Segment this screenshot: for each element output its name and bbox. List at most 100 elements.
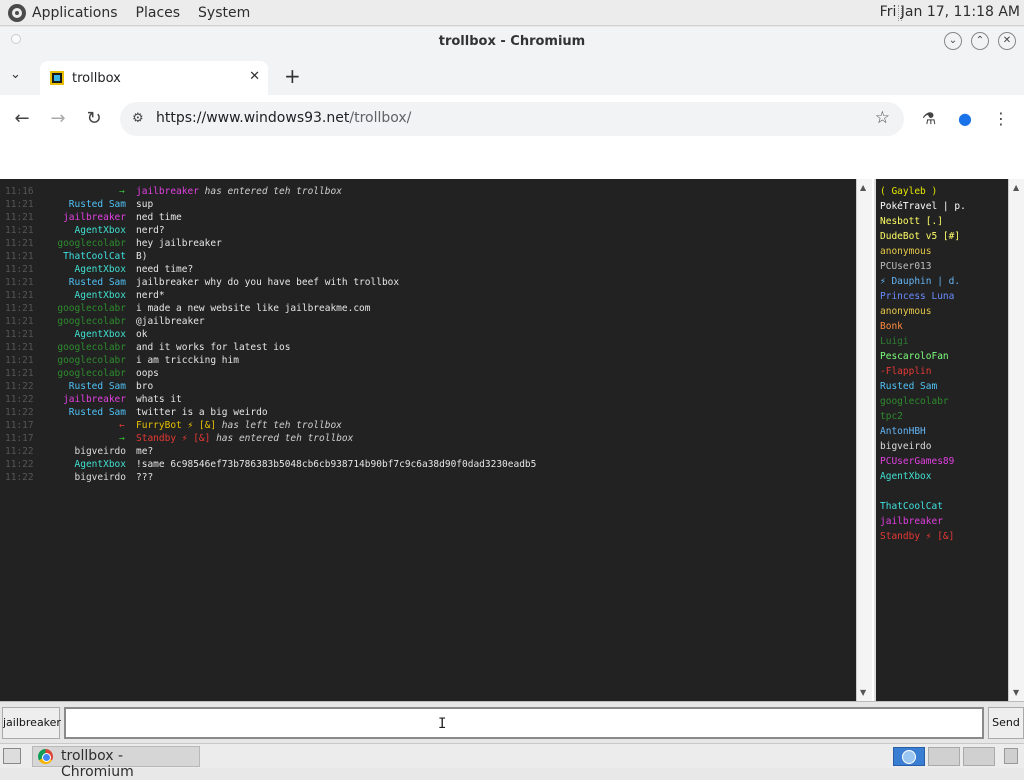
window-titlebar[interactable]: trollbox - Chromium ⌄ ⌃ ✕ bbox=[0, 27, 1024, 57]
user-list-item[interactable]: PCUserGames89 bbox=[880, 454, 954, 469]
user-list-item[interactable]: DudeBot v5 [#] bbox=[880, 229, 960, 244]
scroll-down-icon[interactable]: ▼ bbox=[860, 688, 866, 697]
clock[interactable]: Fri Jan 17, 11:18 AM bbox=[880, 4, 1020, 20]
site-info-icon[interactable]: ⚙ bbox=[132, 111, 148, 127]
tab-strip: ⌄ trollbox ✕ + bbox=[0, 57, 1024, 95]
message-nick[interactable]: Rusted Sam bbox=[69, 198, 126, 211]
user-list-item[interactable]: ( Gayleb ) bbox=[880, 184, 937, 199]
forward-icon[interactable]: → bbox=[46, 107, 70, 131]
user-list-item[interactable]: Rusted Sam bbox=[880, 379, 937, 394]
message-input[interactable] bbox=[64, 707, 984, 739]
system-nick[interactable]: Standby ⚡ [&] bbox=[136, 433, 210, 444]
send-button[interactable]: Send bbox=[988, 707, 1024, 739]
text-cursor-icon: I bbox=[438, 716, 447, 732]
tab-trollbox[interactable]: trollbox ✕ bbox=[40, 61, 268, 95]
message-nick[interactable]: googlecolabr bbox=[57, 341, 126, 354]
show-desktop-icon[interactable] bbox=[3, 748, 21, 764]
user-list-item[interactable]: AntonHBH bbox=[880, 424, 926, 439]
places-menu[interactable]: Places bbox=[136, 5, 181, 21]
message-nick[interactable]: googlecolabr bbox=[57, 302, 126, 315]
chat-log[interactable]: 11:16 → jailbreaker has entered teh trollb… bbox=[0, 179, 856, 701]
new-tab-icon[interactable]: + bbox=[284, 64, 301, 88]
message-nick[interactable]: ThatCoolCat bbox=[63, 250, 126, 263]
message-nick[interactable]: jailbreaker bbox=[63, 393, 126, 406]
back-icon[interactable]: ← bbox=[10, 107, 34, 131]
distro-logo-icon[interactable] bbox=[8, 3, 26, 22]
user-list-item[interactable]: googlecolabr bbox=[880, 394, 949, 409]
message-nick[interactable]: googlecolabr bbox=[57, 237, 126, 250]
user-list-item[interactable]: bigveirdo bbox=[880, 439, 931, 454]
message-nick[interactable]: bigveirdo bbox=[75, 445, 126, 458]
scroll-up-icon[interactable]: ▲ bbox=[1013, 183, 1019, 192]
tab-search-chevron-icon[interactable]: ⌄ bbox=[10, 67, 21, 82]
nickname-button[interactable]: jailbreaker bbox=[2, 707, 61, 739]
system-menu[interactable]: System bbox=[198, 5, 250, 21]
message-nick[interactable]: AgentXbox bbox=[75, 263, 126, 276]
user-list-item[interactable]: Standby ⚡ [&] bbox=[880, 529, 954, 544]
user-list-scrollbar[interactable]: ▲ ▼ bbox=[1008, 179, 1024, 701]
message-text: ned time bbox=[136, 212, 182, 223]
message-nick[interactable]: googlecolabr bbox=[57, 354, 126, 367]
message-timestamp: 11:21 bbox=[5, 329, 34, 340]
address-bar[interactable]: ⚙ https://www.windows93.net/trollbox/ ☆ bbox=[120, 102, 904, 136]
reload-icon[interactable]: ↻ bbox=[82, 107, 106, 131]
trash-icon[interactable] bbox=[1004, 748, 1018, 764]
message-nick[interactable]: AgentXbox bbox=[75, 224, 126, 237]
user-list-item[interactable]: AgentXbox bbox=[880, 469, 931, 484]
chat-message: 11:21 googlecolabr i made a new website li… bbox=[0, 302, 856, 315]
user-list-item[interactable]: PCUser013 bbox=[880, 259, 931, 274]
message-text: nerd* bbox=[136, 290, 165, 301]
message-nick[interactable]: AgentXbox bbox=[75, 328, 126, 341]
taskbar-item-chromium[interactable]: trollbox - Chromium bbox=[32, 746, 200, 780]
message-nick[interactable]: jailbreaker bbox=[63, 211, 126, 224]
message-nick[interactable]: googlecolabr bbox=[57, 315, 126, 328]
leave-arrow-icon: ← bbox=[119, 420, 125, 431]
message-text: twitter is a big weirdo bbox=[136, 407, 268, 418]
user-list-item[interactable]: Princess Luna bbox=[880, 289, 954, 304]
profile-icon[interactable]: ● bbox=[954, 108, 976, 130]
more-menu-icon[interactable]: ⋮ bbox=[990, 108, 1012, 130]
message-nick[interactable]: Rusted Sam bbox=[69, 406, 126, 419]
message-text: me? bbox=[136, 446, 154, 457]
workspace-2[interactable] bbox=[928, 747, 960, 766]
input-row: jailbreaker I Send bbox=[0, 701, 1024, 743]
message-timestamp: 11:22 bbox=[5, 446, 34, 457]
user-list-item[interactable]: Bonk bbox=[880, 319, 903, 334]
user-list-item[interactable]: jailbreaker bbox=[880, 514, 943, 529]
maximize-icon[interactable]: ⌃ bbox=[971, 32, 989, 50]
user-list-item[interactable]: PescaroloFan bbox=[880, 349, 949, 364]
message-nick[interactable]: Rusted Sam bbox=[69, 380, 126, 393]
user-list-item[interactable]: PokéTravel | p. bbox=[880, 199, 966, 214]
chat-message: 11:22 bigveirdo me? bbox=[0, 445, 856, 458]
bookmark-star-icon[interactable]: ☆ bbox=[875, 108, 890, 128]
message-nick[interactable]: bigveirdo bbox=[75, 471, 126, 484]
user-list-item[interactable]: tpc2 bbox=[880, 409, 903, 424]
applications-menu[interactable]: Applications bbox=[32, 5, 118, 21]
system-nick[interactable]: jailbreaker bbox=[136, 186, 199, 197]
user-list-item[interactable]: Luigi bbox=[880, 334, 909, 349]
message-nick[interactable]: AgentXbox bbox=[75, 458, 126, 471]
user-list-item[interactable]: ThatCoolCat bbox=[880, 499, 943, 514]
scroll-up-icon[interactable]: ▲ bbox=[860, 183, 866, 192]
chat-scrollbar[interactable]: ▲ ▼ bbox=[856, 179, 872, 701]
message-timestamp: 11:22 bbox=[5, 407, 34, 418]
user-list-item[interactable]: Nesbott [.] bbox=[880, 214, 943, 229]
chat-message: 11:16 → jailbreaker has entered teh trollb… bbox=[0, 185, 856, 198]
message-nick[interactable]: googlecolabr bbox=[57, 367, 126, 380]
user-list-item[interactable]: -Flapplin bbox=[880, 364, 931, 379]
url-text[interactable]: https://www.windows93.net/trollbox/ bbox=[156, 110, 411, 126]
labs-flask-icon[interactable]: ⚗ bbox=[918, 108, 940, 130]
workspace-3[interactable] bbox=[963, 747, 995, 766]
message-nick[interactable]: Rusted Sam bbox=[69, 276, 126, 289]
user-list-item[interactable]: ⚡ Dauphin | d. bbox=[880, 274, 960, 289]
user-list-item[interactable]: anonymous bbox=[880, 244, 931, 259]
tab-label: trollbox bbox=[72, 71, 121, 86]
user-list-item[interactable]: anonymous bbox=[880, 304, 931, 319]
minimize-icon[interactable]: ⌄ bbox=[944, 32, 962, 50]
system-nick[interactable]: FurryBot ⚡ [&] bbox=[136, 420, 216, 431]
close-window-icon[interactable]: ✕ bbox=[998, 32, 1016, 50]
tab-close-icon[interactable]: ✕ bbox=[249, 69, 260, 84]
workspace-1[interactable] bbox=[893, 747, 925, 766]
scroll-down-icon[interactable]: ▼ bbox=[1013, 688, 1019, 697]
message-nick[interactable]: AgentXbox bbox=[75, 289, 126, 302]
